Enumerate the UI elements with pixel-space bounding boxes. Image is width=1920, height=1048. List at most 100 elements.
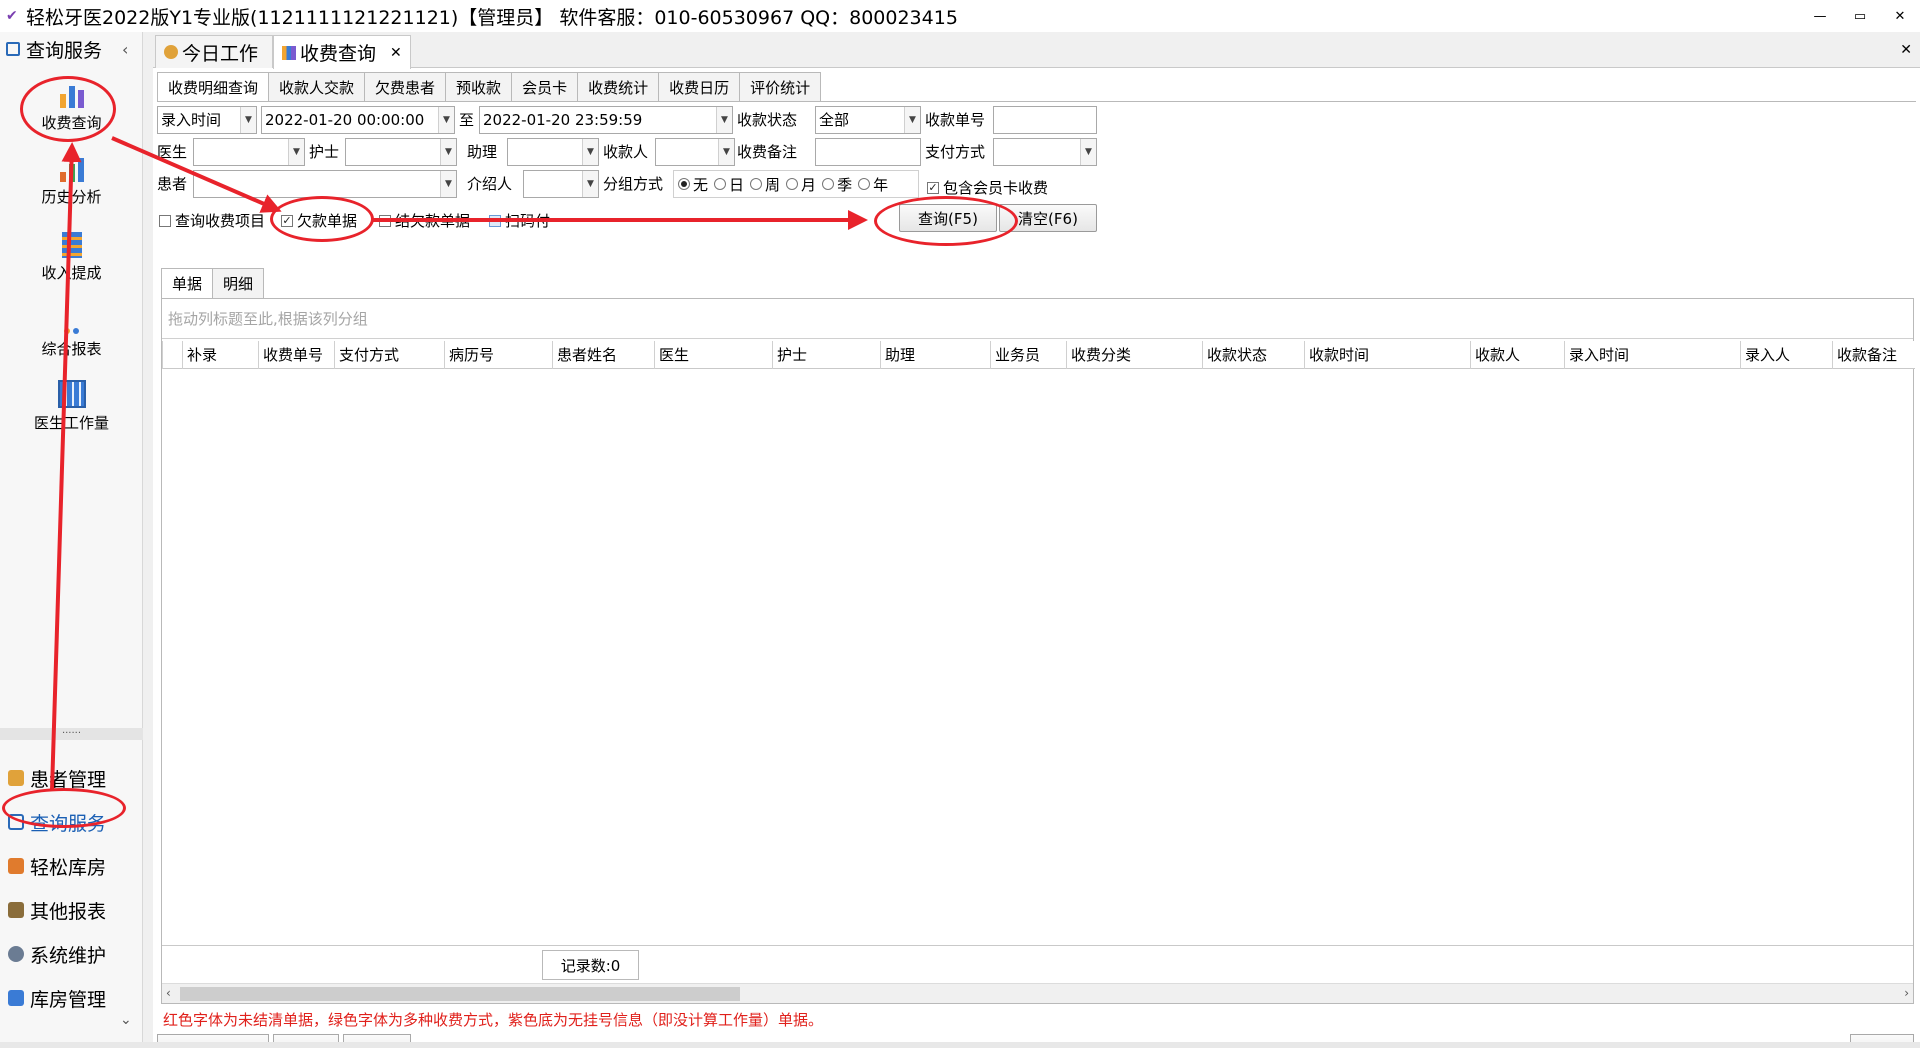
subtab-charge-stats[interactable]: 收费统计 — [577, 72, 660, 101]
tab-receipts[interactable]: 单据 — [161, 268, 214, 298]
group-option-day[interactable]: 日 — [714, 174, 744, 195]
column-header[interactable]: 收款状态 — [1202, 341, 1304, 369]
dropdown-arrow-icon: ▼ — [438, 107, 454, 133]
group-option-quarter[interactable]: 季 — [822, 174, 852, 195]
column-header[interactable]: 助理 — [880, 341, 990, 369]
subtab-member-card[interactable]: 会员卡 — [511, 72, 579, 101]
tool-history-analysis[interactable]: 历史分析 — [0, 152, 143, 207]
group-option-year[interactable]: 年 — [858, 174, 888, 195]
pay-method-select[interactable]: ▼ — [993, 138, 1097, 166]
tool-label: 收入提成 — [41, 264, 102, 282]
referrer-select[interactable]: ▼ — [523, 170, 599, 198]
status-bar — [0, 1042, 1920, 1048]
subtab-charge-calendar[interactable]: 收费日历 — [658, 72, 741, 101]
column-header[interactable]: 录入时间 — [1564, 341, 1740, 369]
tool-comprehensive-report[interactable]: 综合报表 — [0, 304, 143, 359]
scroll-right-icon[interactable]: › — [1904, 986, 1909, 1000]
column-header[interactable]: 录入人 — [1740, 341, 1832, 369]
column-header[interactable]: 支付方式 — [334, 341, 444, 369]
subtab-charge-detail[interactable]: 收费明细查询 — [157, 72, 270, 101]
subtab-payee-handover[interactable]: 收款人交款 — [268, 72, 366, 101]
nav-warehouse-management[interactable]: 库房管理 — [8, 982, 138, 1014]
checkbox-icon — [281, 214, 293, 227]
tab-charge-query[interactable]: 收费查询 ✕ — [273, 35, 411, 69]
column-header[interactable]: 收费单号 — [258, 341, 334, 369]
date-from-picker[interactable]: 2022-01-20 00:00:00 ▼ — [261, 106, 455, 134]
payee-label: 收款人 — [603, 143, 649, 161]
nav-other-reports[interactable]: 其他报表 — [8, 894, 138, 926]
sidebar-collapse-icon[interactable]: ‹ — [122, 40, 128, 59]
column-header[interactable]: 业务员 — [990, 341, 1066, 369]
column-header[interactable]: 护士 — [772, 341, 880, 369]
tab-details[interactable]: 明细 — [212, 268, 265, 298]
checkbox-label: 查询收费项目 — [175, 212, 266, 230]
nav-query-service[interactable]: 查询服务 — [8, 806, 138, 838]
tool-label: 综合报表 — [41, 340, 102, 358]
column-header[interactable]: 病历号 — [444, 341, 552, 369]
payee-select[interactable]: ▼ — [655, 138, 735, 166]
group-option-month[interactable]: 月 — [786, 174, 816, 195]
close-all-icon[interactable]: ✕ — [1900, 42, 1912, 58]
date-to-picker[interactable]: 2022-01-20 23:59:59 ▼ — [479, 106, 733, 134]
scroll-left-icon[interactable]: ‹ — [166, 986, 171, 1000]
dropdown-arrow-icon: ▼ — [716, 107, 732, 133]
tool-doctor-workload[interactable]: 医生工作量 — [0, 378, 143, 433]
column-header[interactable]: 收款时间 — [1304, 341, 1470, 369]
checkbox-label: 扫码付 — [505, 212, 551, 230]
record-count: 记录数:0 — [542, 950, 639, 980]
column-header[interactable]: 补录 — [182, 341, 258, 369]
nav-patient-management[interactable]: 患者管理 — [8, 762, 138, 794]
nav-easy-warehouse[interactable]: 轻松库房 — [8, 850, 138, 882]
tab-today-work[interactable]: 今日工作 — [155, 35, 273, 68]
patient-select[interactable]: ▼ — [193, 170, 457, 198]
nurse-select[interactable]: ▼ — [345, 138, 457, 166]
remark-input[interactable] — [815, 138, 921, 166]
group-option-week[interactable]: 周 — [750, 174, 780, 195]
scrollbar-thumb[interactable] — [180, 987, 740, 1001]
doctor-label: 医生 — [157, 143, 188, 161]
settled-arrears-checkbox[interactable]: 结欠款单据 — [379, 210, 470, 231]
checkbox-label: 包含会员卡收费 — [943, 179, 1049, 197]
doctor-select[interactable]: ▼ — [193, 138, 305, 166]
column-header[interactable]: 收款备注 — [1832, 341, 1915, 369]
pay-status-select[interactable]: 全部 ▼ — [815, 106, 921, 134]
sub-tabs: 收费明细查询 收款人交款 欠费患者 预收款 会员卡 收费统计 收费日历 评价统计 — [157, 72, 822, 101]
subtab-arrears-patients[interactable]: 欠费患者 — [364, 72, 447, 101]
nav-system-maintenance[interactable]: 系统维护 — [8, 938, 138, 970]
radio-label: 周 — [765, 175, 781, 194]
include-member-card-checkbox[interactable]: 包含会员卡收费 — [927, 177, 1048, 198]
group-by-panel[interactable]: 拖动列标题至此,根据该列分组 — [162, 299, 1913, 339]
clear-button[interactable]: 清空(F6) — [999, 204, 1097, 232]
date-type-select[interactable]: 录入时间 ▼ — [157, 106, 257, 134]
column-header[interactable]: 患者姓名 — [552, 341, 654, 369]
query-button[interactable]: 查询(F5) — [899, 204, 997, 232]
tab-label: 收费查询 — [300, 43, 377, 65]
query-icon — [8, 814, 24, 830]
assistant-select[interactable]: ▼ — [507, 138, 599, 166]
close-window-button[interactable]: ✕ — [1880, 0, 1920, 32]
scan-pay-checkbox[interactable]: 扫码付 — [489, 210, 550, 231]
radio-label: 无 — [693, 175, 709, 194]
tool-income-commission[interactable]: 收入提成 — [0, 228, 143, 283]
column-header[interactable]: 医生 — [654, 341, 772, 369]
subtab-prepayment[interactable]: 预收款 — [445, 72, 513, 101]
horizontal-scrollbar[interactable]: ‹ › — [162, 983, 1913, 1003]
sidebar-expand-icon[interactable]: ⌄ — [120, 1012, 132, 1028]
sidebar-header-label: 查询服务 — [26, 39, 103, 62]
subtab-rating-stats[interactable]: 评价统计 — [739, 72, 822, 101]
column-header[interactable]: 收费分类 — [1066, 341, 1202, 369]
group-option-none[interactable]: 无 — [678, 174, 708, 195]
close-tab-icon[interactable]: ✕ — [390, 45, 402, 61]
sidebar-splitter[interactable]: ...... — [0, 726, 143, 740]
radio-icon — [678, 178, 690, 190]
coins-stack-icon — [55, 228, 89, 258]
receipt-no-input[interactable] — [993, 106, 1097, 134]
column-header[interactable]: 收款人 — [1470, 341, 1564, 369]
sidebar: 查询服务 ‹ 收费查询 历史分析 收入提成 综合报表 医生工作量 ...... … — [0, 32, 143, 1048]
receipt-no-label: 收款单号 — [925, 111, 986, 129]
tool-charge-query[interactable]: 收费查询 — [0, 78, 143, 133]
minimize-button[interactable]: — — [1800, 0, 1840, 32]
arrears-receipt-checkbox[interactable]: 欠款单据 — [281, 210, 357, 231]
query-items-checkbox[interactable]: 查询收费项目 — [159, 210, 265, 231]
maximize-button[interactable]: ▭ — [1840, 0, 1880, 32]
